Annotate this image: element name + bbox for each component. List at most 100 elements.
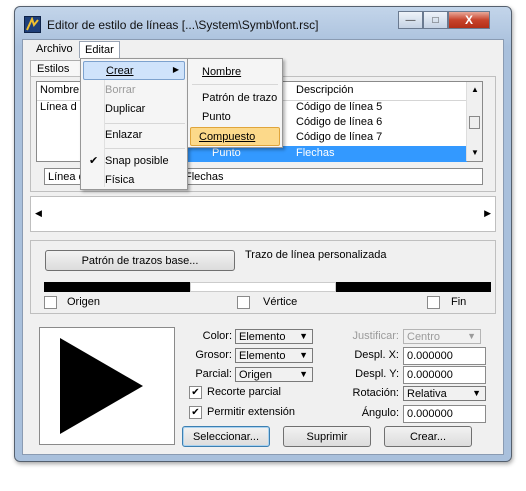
despl-y-field[interactable]: 0.000000 <box>403 366 486 384</box>
vertice-checkbox[interactable] <box>237 296 250 309</box>
suprimir-button[interactable]: Suprimir <box>283 426 371 447</box>
recorte-checkbox[interactable]: ✔ <box>189 386 202 399</box>
nombre-label: Nombre <box>202 66 242 78</box>
dropdown-arrow-icon: ▼ <box>299 369 308 379</box>
base-pattern-button[interactable]: Patrón de trazos base... <box>45 250 235 271</box>
menu-separator <box>105 123 185 124</box>
submenu-item-nombre[interactable]: Nombre <box>190 63 241 82</box>
color-label: Color: <box>202 330 232 342</box>
grosor-value: Elemento <box>239 350 286 362</box>
menu-item-crear[interactable]: Crear ▶ <box>83 61 185 80</box>
scroll-right-icon[interactable]: ▶ <box>484 208 491 219</box>
grosor-label: Grosor: <box>195 349 232 361</box>
menu-item-borrar[interactable]: Borrar <box>83 81 136 100</box>
styles-list-header: Nombre <box>37 82 83 101</box>
dash-pattern-bar[interactable] <box>44 282 491 292</box>
submenu-item-compuesto[interactable]: Compuesto <box>190 127 280 146</box>
minimize-icon: — <box>405 14 416 26</box>
close-icon: X <box>464 13 473 27</box>
menu-bar: Archivo Editar <box>23 40 503 59</box>
despl-x-field[interactable]: 0.000000 <box>403 347 486 365</box>
fin-checkbox[interactable] <box>427 296 440 309</box>
dropdown-arrow-icon: ▼ <box>467 331 476 341</box>
menu-archivo[interactable]: Archivo <box>31 41 78 58</box>
origen-label: Origen <box>67 296 101 308</box>
menu-archivo-label: Archivo <box>36 43 73 55</box>
preview-strip[interactable]: ◀ ▶ <box>30 196 496 232</box>
dropdown-arrow-icon: ▼ <box>299 331 308 341</box>
components-row-2[interactable]: Código de línea 6 <box>296 116 382 128</box>
dropdown-arrow-icon: ▼ <box>299 350 308 360</box>
editar-menu: Crear ▶ Borrar Duplicar Enlazar ✔ Snap pos… <box>80 58 188 190</box>
arrow-symbol <box>60 338 143 434</box>
menu-separator <box>105 148 185 149</box>
origen-checkbox[interactable] <box>44 296 57 309</box>
app-icon <box>24 16 41 33</box>
rotacion-value: Relativa <box>407 388 447 400</box>
rotacion-label: Rotación: <box>352 387 399 399</box>
submenu-item-punto[interactable]: Punto <box>190 108 231 127</box>
snap-label: Snap posible <box>105 155 169 167</box>
grosor-combo[interactable]: Elemento ▼ <box>235 348 313 363</box>
components-row-3[interactable]: Código de línea 7 <box>296 131 382 143</box>
components-row-1[interactable]: Código de línea 5 <box>296 101 382 113</box>
checkmark-icon: ✔ <box>89 155 99 167</box>
col-descripcion: Descripción <box>296 84 354 96</box>
color-value: Elemento <box>239 331 286 343</box>
menu-separator <box>192 84 278 85</box>
maximize-button[interactable]: □ <box>423 11 448 29</box>
scroll-down-icon[interactable]: ▼ <box>471 148 479 157</box>
compuesto-label: Compuesto <box>199 131 256 143</box>
seleccionar-button[interactable]: Seleccionar... <box>182 426 270 447</box>
dash-segment-1 <box>44 282 190 292</box>
justificar-combo[interactable]: Centro ▼ <box>403 329 481 344</box>
components-row-4-selected[interactable]: Punto Flechas <box>182 146 467 162</box>
angulo-label: Ángulo: <box>361 407 399 419</box>
parcial-value: Origen <box>239 369 273 381</box>
parcial-combo[interactable]: Origen ▼ <box>235 367 313 382</box>
custom-dash-label: Trazo de línea personalizada <box>245 249 387 261</box>
despl-x-label: Despl. X: <box>354 349 399 361</box>
dash-segment-2 <box>336 282 491 292</box>
menu-item-duplicar[interactable]: Duplicar <box>83 100 145 119</box>
dropdown-arrow-icon: ▼ <box>472 388 481 398</box>
recorte-label: Recorte parcial <box>207 386 281 398</box>
crear-submenu: Nombre Patrón de trazo Punto Compuesto <box>187 58 283 148</box>
crear-button[interactable]: Crear... <box>384 426 472 447</box>
submenu-arrow-icon: ▶ <box>172 65 179 74</box>
menu-item-fisica[interactable]: Física <box>83 171 134 190</box>
menu-editar[interactable]: Editar <box>79 41 120 58</box>
fin-label: Fin <box>451 296 467 308</box>
styles-list[interactable]: Nombre Línea d <box>36 81 84 162</box>
minimize-button[interactable]: — <box>398 11 423 29</box>
row-descripcion: Flechas <box>296 147 335 159</box>
gap-segment <box>190 282 336 292</box>
menu-item-enlazar[interactable]: Enlazar <box>83 126 142 145</box>
justificar-label: Justificar: <box>352 330 399 342</box>
styles-list-row[interactable]: Línea d <box>40 101 77 113</box>
justificar-value: Centro <box>407 331 441 343</box>
close-button[interactable]: X <box>448 11 490 29</box>
symbol-preview <box>39 327 175 445</box>
despl-y-label: Despl. Y: <box>355 368 399 380</box>
row-tipo: Punto <box>212 147 241 159</box>
scroll-up-icon[interactable]: ▲ <box>471 85 479 94</box>
scroll-thumb[interactable] <box>469 116 480 129</box>
menu-editar-label: Editar <box>85 44 114 56</box>
menu-item-snap[interactable]: ✔ Snap posible <box>83 152 169 171</box>
permitir-checkbox[interactable]: ✔ <box>189 406 202 419</box>
title-bar[interactable]: Editor de estilo de líneas [...\System\S… <box>15 7 511 37</box>
parcial-label: Parcial: <box>195 368 232 380</box>
crear-label: Crear <box>106 65 134 77</box>
scroll-left-icon[interactable]: ◀ <box>35 208 42 219</box>
description-field[interactable]: Flechas <box>181 168 483 185</box>
tab-estilos-label: Estilos <box>37 63 70 75</box>
angulo-field[interactable]: 0.000000 <box>403 405 486 423</box>
maximize-icon: □ <box>432 14 439 26</box>
components-scrollbar[interactable]: ▲ ▼ <box>466 82 482 161</box>
window-title: Editor de estilo de líneas [...\System\S… <box>47 18 319 32</box>
color-combo[interactable]: Elemento ▼ <box>235 329 313 344</box>
submenu-item-patron[interactable]: Patrón de trazo <box>190 89 277 108</box>
permitir-label: Permitir extensión <box>207 406 296 418</box>
rotacion-combo[interactable]: Relativa ▼ <box>403 386 486 401</box>
